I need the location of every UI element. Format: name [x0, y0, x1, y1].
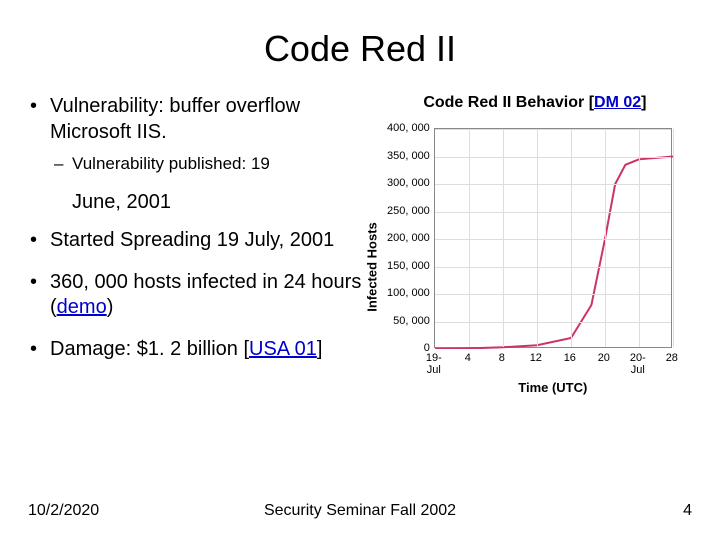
sub-text-a: Vulnerability published:	[72, 154, 251, 173]
gridline-h	[435, 239, 671, 240]
footer-venue: Security Seminar Fall 2002	[264, 502, 456, 520]
bullet-vulnerability: Vulnerability: buffer overflow Microsoft…	[28, 94, 362, 175]
dm02-link[interactable]: DM 02	[594, 94, 641, 111]
x-tick: 16	[556, 352, 584, 364]
chart-column: Code Red II Behavior [DM 02] Infected Ho…	[378, 94, 692, 412]
sub-text-b: 19	[251, 154, 270, 173]
x-tick: 4	[454, 352, 482, 364]
gridline-h	[435, 294, 671, 295]
gridline-v	[673, 129, 674, 347]
x-tick: 20-Jul	[624, 352, 652, 376]
x-tick: 28	[658, 352, 686, 364]
footer-page: 4	[683, 502, 692, 520]
gridline-v	[639, 129, 640, 347]
gridline-h	[435, 267, 671, 268]
x-axis-label: Time (UTC)	[434, 380, 672, 395]
gridline-v	[605, 129, 606, 347]
x-tick: 20	[590, 352, 618, 364]
bullet-text-b: ]	[317, 338, 323, 360]
y-tick: 100, 000	[376, 287, 430, 299]
sub-bullet-tail: June, 2001	[28, 191, 362, 214]
plot-area	[434, 128, 672, 348]
x-tick: 8	[488, 352, 516, 364]
bullet-text: Started Spreading 19 July, 2001	[50, 229, 334, 251]
sub-bullet-published: Vulnerability published: 19	[50, 153, 362, 175]
bullet-list-cont: Started Spreading 19 July, 2001 360, 000…	[28, 228, 362, 362]
chart-title-a: Code Red II Behavior [	[423, 94, 594, 111]
y-tick: 250, 000	[376, 205, 430, 217]
slide-title: Code Red II	[28, 28, 692, 70]
bullet-spreading: Started Spreading 19 July, 2001	[28, 228, 362, 254]
gridline-v	[469, 129, 470, 347]
slide-body: Vulnerability: buffer overflow Microsoft…	[28, 94, 692, 412]
footer-date: 10/2/2020	[28, 502, 99, 520]
demo-link[interactable]: demo	[57, 296, 107, 318]
bullet-text-a: Damage: $1. 2 billion [	[50, 338, 249, 360]
bullet-text-b: )	[107, 296, 114, 318]
footer: 10/2/2020 Security Seminar Fall 2002 4	[28, 502, 692, 520]
usa01-link[interactable]: USA 01	[249, 338, 317, 360]
chart: Infected Hosts Time (UTC) 050, 000100, 0…	[378, 122, 688, 412]
bullet-text: Vulnerability: buffer overflow Microsoft…	[50, 95, 300, 143]
x-tick: 12	[522, 352, 550, 364]
x-tick: 19-Jul	[420, 352, 448, 376]
y-tick: 400, 000	[376, 122, 430, 134]
bullet-list: Vulnerability: buffer overflow Microsoft…	[28, 94, 362, 175]
gridline-h	[435, 129, 671, 130]
gridline-v	[503, 129, 504, 347]
sub-list: Vulnerability published: 19	[50, 153, 362, 175]
bullet-infected: 360, 000 hosts infected in 24 hours (dem…	[28, 270, 362, 321]
bullet-column: Vulnerability: buffer overflow Microsoft…	[28, 94, 362, 412]
y-tick: 150, 000	[376, 260, 430, 272]
gridline-h	[435, 184, 671, 185]
y-tick: 300, 000	[376, 177, 430, 189]
y-tick: 350, 000	[376, 150, 430, 162]
chart-title: Code Red II Behavior [DM 02]	[378, 94, 692, 112]
gridline-v	[571, 129, 572, 347]
gridline-v	[537, 129, 538, 347]
y-tick: 200, 000	[376, 232, 430, 244]
chart-title-b: ]	[641, 94, 646, 111]
bullet-damage: Damage: $1. 2 billion [USA 01]	[28, 337, 362, 363]
gridline-h	[435, 322, 671, 323]
gridline-h	[435, 212, 671, 213]
gridline-h	[435, 157, 671, 158]
y-tick: 50, 000	[376, 315, 430, 327]
slide: Code Red II Vulnerability: buffer overfl…	[0, 0, 720, 540]
